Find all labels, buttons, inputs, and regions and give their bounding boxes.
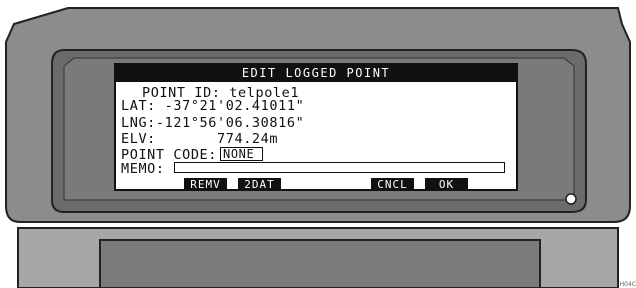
memo-label: MEMO: (121, 161, 165, 177)
memo-field[interactable] (174, 162, 505, 173)
screen-title: EDIT LOGGED POINT (116, 65, 516, 82)
longitude-label: LNG: (121, 115, 156, 131)
latitude-row: LAT: -37°21'02.41011" (121, 99, 304, 113)
memo-row: MEMO: (121, 162, 165, 176)
figure-code: H04C (619, 281, 636, 288)
gps-device: EDIT LOGGED POINT POINT ID: telpole1 LAT… (0, 0, 636, 288)
point-code-row: POINT CODE: NONE (121, 147, 264, 162)
lcd-screen: EDIT LOGGED POINT POINT ID: telpole1 LAT… (114, 63, 518, 191)
longitude-row: LNG:-121°56'06.30816" (121, 116, 304, 130)
elevation-label: ELV: (121, 131, 156, 147)
elevation-row: ELV: 774.24m (121, 132, 278, 146)
second-data-softkey[interactable]: 2DAT (238, 178, 281, 191)
ok-softkey[interactable]: OK (425, 178, 468, 191)
remove-softkey[interactable]: REMV (184, 178, 227, 191)
elevation-value: 774.24m (217, 131, 279, 147)
latitude-label: LAT: (121, 98, 156, 114)
cancel-softkey[interactable]: CNCL (371, 178, 414, 191)
indicator-light-icon (565, 193, 577, 205)
keypad-recess (99, 239, 541, 288)
longitude-value: -121°56'06.30816" (155, 115, 305, 131)
latitude-value: -37°21'02.41011" (164, 98, 305, 114)
point-code-field[interactable]: NONE (220, 147, 264, 161)
